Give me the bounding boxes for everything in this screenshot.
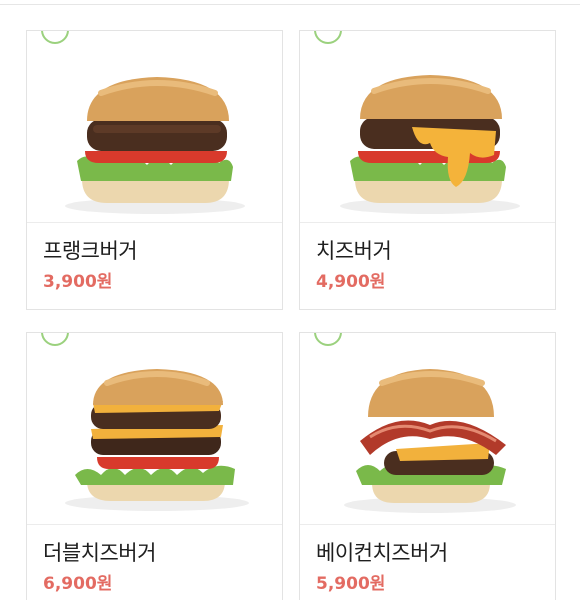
menu-item-card-cheese-burger[interactable]: 치즈버거 4,900원 [299,30,556,310]
menu-item-image-area [300,31,555,223]
menu-item-name: 더블치즈버거 [43,541,156,565]
menu-item-card-bacon-cheese-burger[interactable]: 베이컨치즈버거 5,900원 [299,332,556,600]
menu-item-image-area [300,333,555,525]
menu-item-name: 치즈버거 [316,239,392,263]
menu-item-card-frank-burger[interactable]: 프랭크버거 3,900원 [26,30,283,310]
bacon-cheese-burger-image [344,369,516,513]
menu-item-price: 4,900원 [316,272,386,292]
menu-item-price: 5,900원 [316,574,386,594]
menu-item-price: 3,900원 [43,272,113,292]
menu-item-price: 6,900원 [43,574,113,594]
menu-item-image-area [27,333,282,525]
menu-item-card-double-cheese-burger[interactable]: 더블치즈버거 6,900원 [26,332,283,600]
cheese-burger-image [340,75,520,214]
frank-burger-image [65,77,245,214]
menu-item-name: 베이컨치즈버거 [316,541,448,565]
top-divider [0,4,580,5]
menu-item-image-area [27,31,282,223]
double-cheese-burger-image [65,369,249,511]
menu-item-name: 프랭크버거 [43,239,138,263]
